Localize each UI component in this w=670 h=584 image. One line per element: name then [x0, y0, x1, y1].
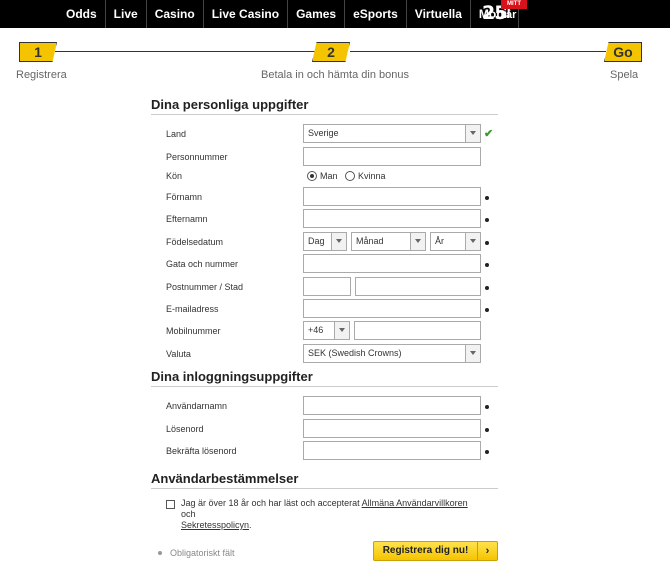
step-line-1 — [55, 51, 315, 52]
required-marker — [485, 450, 489, 454]
section-divider — [151, 386, 498, 387]
username-label: Användarnamn — [166, 401, 228, 411]
land-label: Land — [166, 129, 187, 139]
radio-kvinna[interactable] — [345, 171, 355, 181]
dag-select[interactable]: Dag — [303, 232, 347, 251]
step-go-flag: Go — [604, 42, 642, 62]
confirm-password-input[interactable] — [303, 441, 481, 460]
confirm-password-label: Bekräfta lösenord — [166, 446, 237, 456]
gata-input[interactable] — [303, 254, 481, 273]
username-input[interactable] — [303, 396, 481, 415]
required-marker — [485, 241, 489, 245]
stad-input[interactable] — [355, 277, 481, 296]
mobil-label: Mobilnummer — [166, 326, 221, 336]
top-navigation: Odds Live Casino Live Casino Games eSpor… — [0, 0, 670, 28]
badge-ar: år — [506, 9, 517, 21]
radio-man-label: Man — [320, 171, 338, 181]
terms-section-title: Användarbestämmelser — [151, 471, 299, 486]
terms-text-before: Jag är över 18 år och har läst och accep… — [181, 498, 362, 508]
chevron-down-icon — [410, 233, 425, 250]
required-marker — [485, 286, 489, 290]
step-3-label: Spela — [610, 69, 639, 81]
checkmark-icon: ✔ — [484, 128, 494, 140]
chevron-down-icon — [465, 125, 480, 142]
ar-select[interactable]: År — [430, 232, 481, 251]
step-line-2 — [350, 51, 606, 52]
chevron-right-icon: › — [477, 542, 497, 560]
password-input[interactable] — [303, 419, 481, 438]
required-marker — [485, 218, 489, 222]
terms-checkbox[interactable] — [166, 500, 175, 509]
terms-text: Jag är över 18 år och har läst och accep… — [181, 498, 481, 531]
section-divider — [151, 488, 498, 489]
step-1-label: Registrera — [16, 69, 67, 81]
badge-tag: MITT — [501, 0, 527, 9]
step-2-label: Betala in och hämta din bonus — [261, 69, 409, 81]
chevron-down-icon — [465, 345, 480, 362]
terms-text-mid: och — [181, 509, 196, 519]
terms-link[interactable]: Allmäna Användarvillkoren — [362, 498, 468, 508]
required-legend-marker — [158, 551, 162, 555]
chevron-down-icon — [331, 233, 346, 250]
required-marker — [485, 428, 489, 432]
valuta-select[interactable]: SEK (Swedish Crowns) — [303, 344, 481, 363]
nav-item-esports[interactable]: eSports — [345, 0, 407, 28]
efternamn-label: Efternamn — [166, 214, 208, 224]
postnummer-input[interactable] — [303, 277, 351, 296]
email-label: E-mailadress — [166, 304, 219, 314]
fodelsedatum-label: Födelsedatum — [166, 237, 224, 247]
dag-value: Dag — [308, 236, 325, 246]
section-divider — [151, 114, 498, 115]
step-1-flag: 1 — [19, 42, 57, 62]
required-marker — [485, 308, 489, 312]
personal-section-title: Dina personliga uppgifter — [151, 97, 309, 112]
manad-select[interactable]: Månad — [351, 232, 426, 251]
required-marker — [485, 405, 489, 409]
nav-item-casino[interactable]: Casino — [147, 0, 204, 28]
register-button[interactable]: Registrera dig nu! › — [373, 541, 498, 561]
anniversary-badge[interactable]: 25 MITT år — [478, 0, 528, 28]
nav-menu: Odds Live Casino Live Casino Games eSpor… — [58, 0, 520, 28]
email-input[interactable] — [303, 299, 481, 318]
required-marker — [485, 196, 489, 200]
valuta-label: Valuta — [166, 349, 191, 359]
nav-item-games[interactable]: Games — [288, 0, 346, 28]
terms-text-after: . — [249, 520, 252, 530]
nav-item-odds[interactable]: Odds — [58, 0, 106, 28]
mobil-prefix-value: +46 — [308, 325, 324, 335]
land-value: Sverige — [308, 128, 339, 138]
fornamn-input[interactable] — [303, 187, 481, 206]
nav-item-live-casino[interactable]: Live Casino — [204, 0, 289, 28]
land-select[interactable]: Sverige — [303, 124, 481, 143]
privacy-link[interactable]: Sekretesspolicyn — [181, 520, 249, 530]
efternamn-input[interactable] — [303, 209, 481, 228]
gata-label: Gata och nummer — [166, 259, 239, 269]
personnummer-input[interactable] — [303, 147, 481, 166]
login-section-title: Dina inloggningsuppgifter — [151, 369, 313, 384]
personnummer-label: Personnummer — [166, 152, 228, 162]
kon-label: Kön — [166, 171, 183, 181]
chevron-down-icon — [465, 233, 480, 250]
postnummer-label: Postnummer / Stad — [166, 282, 244, 292]
required-marker — [485, 263, 489, 267]
ar-value: År — [435, 236, 444, 246]
fornamn-label: Förnamn — [166, 192, 203, 202]
required-legend: Obligatoriskt fält — [170, 548, 235, 558]
password-label: Lösenord — [166, 424, 204, 434]
mobil-prefix-select[interactable]: +46 — [303, 321, 350, 340]
radio-kvinna-label: Kvinna — [358, 171, 386, 181]
radio-man[interactable] — [307, 171, 317, 181]
register-button-label: Registrera dig nu! — [382, 545, 469, 556]
step-2-flag: 2 — [312, 42, 350, 62]
manad-value: Månad — [356, 236, 384, 246]
valuta-value: SEK (Swedish Crowns) — [308, 348, 402, 358]
nav-item-virtuella[interactable]: Virtuella — [407, 0, 471, 28]
mobil-input[interactable] — [354, 321, 481, 340]
chevron-down-icon — [334, 322, 349, 339]
nav-item-live[interactable]: Live — [106, 0, 147, 28]
